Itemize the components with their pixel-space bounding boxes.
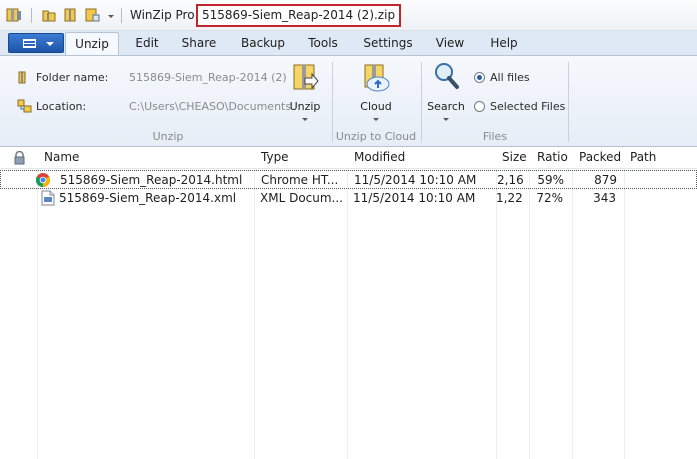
unzip-group-label: Unzip bbox=[152, 130, 184, 143]
group-separator bbox=[568, 62, 569, 142]
column-header-path[interactable]: Path bbox=[630, 147, 656, 169]
location-label: Location: bbox=[36, 100, 87, 113]
menu-icon bbox=[23, 39, 36, 48]
lock-icon[interactable] bbox=[13, 151, 26, 165]
separator bbox=[31, 8, 32, 23]
chevron-down-icon bbox=[302, 118, 308, 121]
tab-unzip[interactable]: Unzip bbox=[65, 32, 119, 56]
file-path bbox=[630, 189, 690, 208]
location-value[interactable]: C:\Users\CHEASO\Documents bbox=[129, 100, 291, 113]
folder-name-label: Folder name: bbox=[36, 71, 109, 84]
chevron-down-icon bbox=[46, 42, 54, 46]
selected-files-label[interactable]: Selected Files bbox=[490, 100, 565, 113]
column-header-type[interactable]: Type bbox=[261, 147, 289, 169]
file-modified: 11/5/2014 10:10 AM bbox=[353, 191, 476, 205]
column-header-modified[interactable]: Modified bbox=[354, 147, 405, 169]
cloud-label: Cloud bbox=[360, 100, 392, 113]
tab-help[interactable]: Help bbox=[486, 35, 522, 55]
folder-name-value[interactable]: 515869-Siem_Reap-2014 (2) bbox=[129, 71, 287, 84]
tab-tools[interactable]: Tools bbox=[303, 35, 343, 55]
column-header-packed[interactable]: Packed bbox=[579, 147, 621, 169]
ribbon-tab-bar: Unzip Edit Share Backup Tools Settings V… bbox=[0, 31, 697, 56]
tab-settings[interactable]: Settings bbox=[361, 35, 415, 55]
all-files-label[interactable]: All files bbox=[490, 71, 530, 84]
unzip-button[interactable]: Unzip bbox=[285, 60, 325, 124]
tab-share[interactable]: Share bbox=[177, 35, 221, 55]
unzip-icon bbox=[293, 64, 319, 90]
all-files-radio[interactable] bbox=[474, 72, 485, 83]
column-header-name[interactable]: Name bbox=[44, 147, 79, 169]
location-icon bbox=[17, 99, 32, 113]
file-ratio: 59% bbox=[537, 173, 564, 187]
file-ratio: 72% bbox=[536, 191, 563, 205]
folder-icon bbox=[18, 71, 26, 84]
tab-backup[interactable]: Backup bbox=[236, 35, 290, 55]
tab-edit[interactable]: Edit bbox=[127, 35, 167, 55]
customize-qa-arrow-icon[interactable] bbox=[108, 15, 114, 18]
zip-file-title: 515869-Siem_Reap-2014 (2).zip bbox=[196, 4, 402, 27]
file-name: 515869-Siem_Reap-2014.html bbox=[60, 173, 243, 187]
search-button[interactable]: Search bbox=[425, 60, 467, 124]
app-title: WinZip Pro bbox=[130, 8, 195, 22]
file-packed: 343 bbox=[593, 191, 616, 205]
unzip-to-cloud-group-label: Unzip to Cloud bbox=[335, 130, 417, 143]
column-header-size[interactable]: Size bbox=[502, 147, 527, 169]
file-packed: 879 bbox=[594, 173, 617, 187]
file-size: 1,221 bbox=[496, 191, 522, 205]
tab-view[interactable]: View bbox=[432, 35, 468, 55]
winzip-logo-icon[interactable] bbox=[6, 7, 22, 23]
file-menu-button[interactable] bbox=[8, 33, 64, 53]
separator bbox=[121, 8, 122, 23]
search-icon bbox=[435, 63, 459, 89]
xml-file-icon bbox=[41, 190, 55, 206]
table-row[interactable]: 515869-Siem_Reap-2014.xml XML Docum... 1… bbox=[0, 189, 697, 208]
file-modified: 11/5/2014 10:10 AM bbox=[354, 173, 477, 187]
new-zip-icon[interactable] bbox=[62, 7, 78, 23]
selected-files-radio[interactable] bbox=[474, 101, 485, 112]
chrome-icon bbox=[35, 173, 51, 188]
cloud-button[interactable]: Cloud bbox=[353, 60, 399, 124]
ribbon-panel: Folder name: 515869-Siem_Reap-2014 (2) L… bbox=[0, 55, 697, 147]
cloud-upload-icon bbox=[364, 64, 390, 92]
file-list-header: Name Type Modified Size Ratio Packed Pat… bbox=[0, 147, 697, 169]
file-path bbox=[631, 171, 691, 190]
chevron-down-icon bbox=[373, 118, 379, 121]
file-size: 2,167 bbox=[497, 173, 523, 187]
open-folder-icon[interactable] bbox=[41, 7, 57, 23]
chevron-down-icon bbox=[443, 118, 449, 121]
files-group-label: Files bbox=[482, 130, 508, 143]
file-type: XML Docum... bbox=[260, 191, 343, 205]
file-name: 515869-Siem_Reap-2014.xml bbox=[59, 191, 237, 205]
save-zip-icon[interactable] bbox=[84, 7, 100, 23]
table-row[interactable]: 515869-Siem_Reap-2014.html Chrome HT... … bbox=[0, 170, 697, 189]
title-bar: WinZip Pro 515869-Siem_Reap-2014 (2).zip bbox=[0, 0, 697, 31]
unzip-label: Unzip bbox=[289, 100, 321, 113]
file-type: Chrome HT... bbox=[261, 173, 339, 187]
search-label: Search bbox=[427, 100, 465, 113]
column-header-ratio[interactable]: Ratio bbox=[537, 147, 568, 169]
